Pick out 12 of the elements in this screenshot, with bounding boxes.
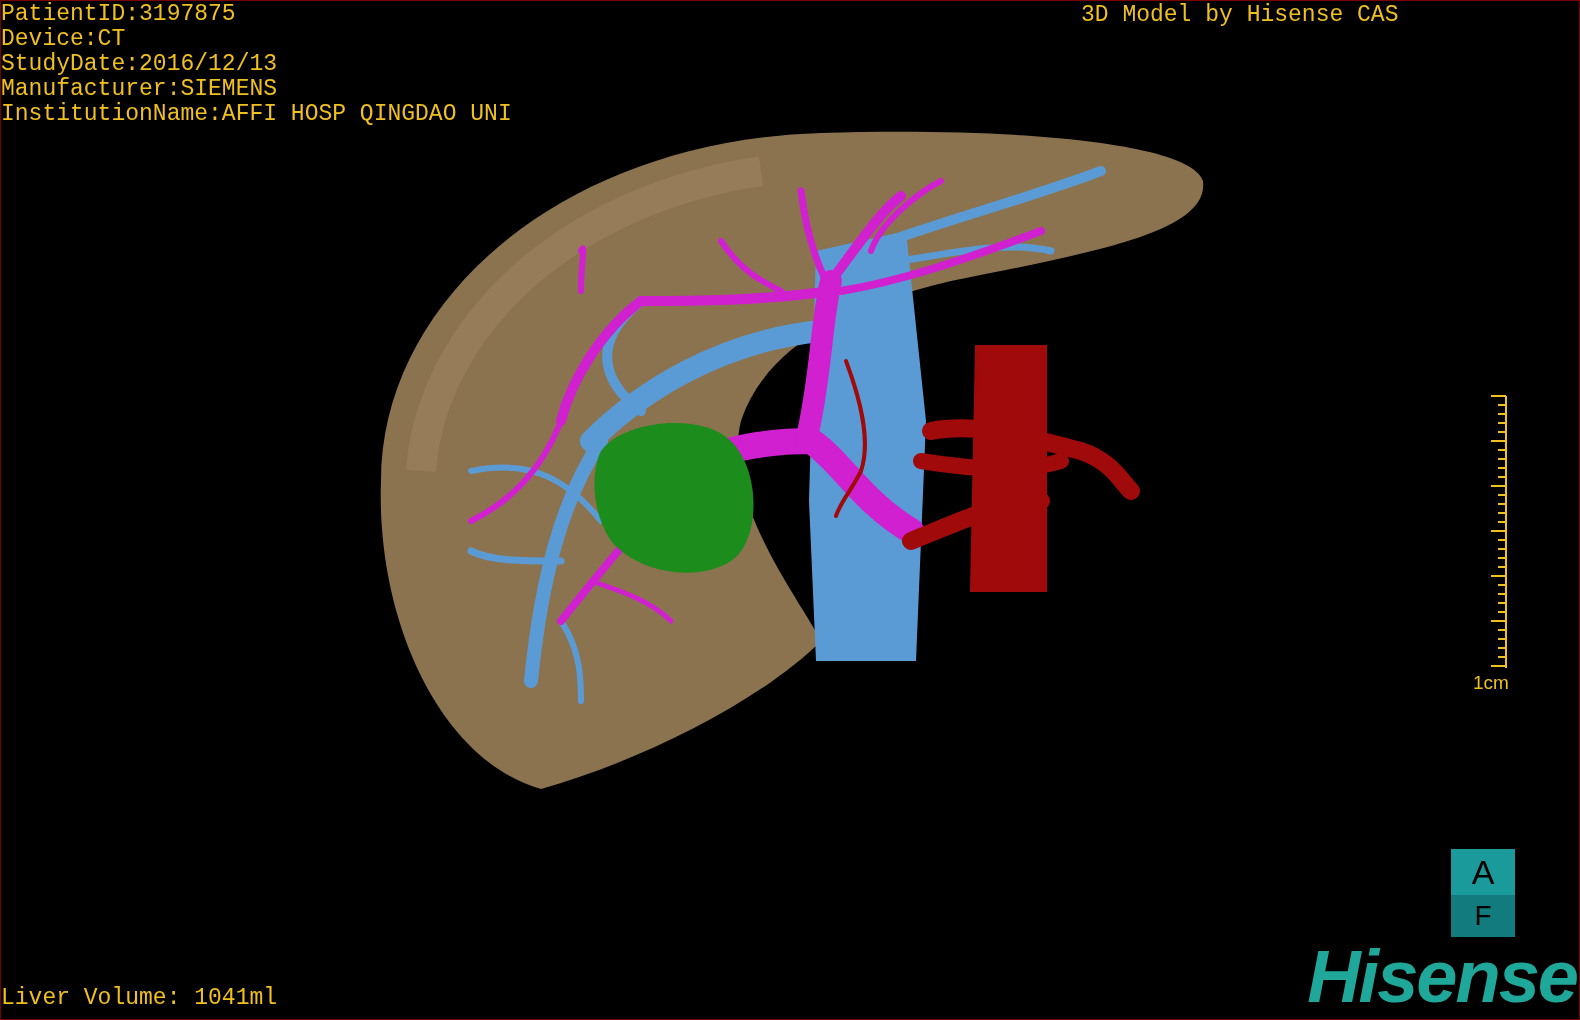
patient-info-text: InstitutionName:AFFI HOSP QINGDAO UNI [1,102,512,127]
model-title: 3D Model by Hisense CAS [1081,3,1399,28]
liver-volume-text: Liver Volume: 1041ml [1,986,278,1011]
orientation-label: A [1451,849,1515,895]
patient-info-text: StudyDate:2016/12/13 [1,52,279,77]
patient-info-text: Manufacturer:SIEMENS [1,77,279,102]
scale-label: 1cm [1473,672,1509,694]
patient-info-text: PatientID:3197875 [1,2,237,27]
brand-logo: Hisense [1307,939,1577,1015]
orientation-label: F [1451,895,1515,937]
patient-info-text: Device:CT [1,27,127,52]
orientation-cube[interactable]: A F [1451,849,1515,937]
